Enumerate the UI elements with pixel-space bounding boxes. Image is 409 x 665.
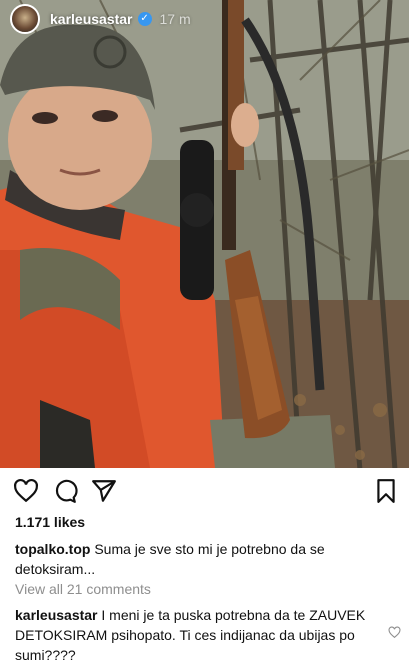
comment-bubble-icon[interactable]	[52, 478, 78, 504]
bookmark-icon[interactable]	[373, 478, 399, 504]
likes-count[interactable]: 1.171 likes	[15, 514, 85, 530]
action-bar	[0, 474, 409, 508]
hunter-with-rifle-illustration	[0, 0, 409, 468]
verified-badge-icon: ✓	[137, 12, 152, 26]
comment-like-heart-icon[interactable]	[388, 626, 401, 639]
post-username[interactable]: karleusastar	[50, 11, 133, 27]
post-time: 17 m	[159, 11, 191, 27]
comment-item: karleusastar I meni je ta puska potrebna…	[15, 605, 377, 665]
caption: topalko.top Suma je sve sto mi je potreb…	[15, 539, 385, 579]
avatar[interactable]	[10, 4, 40, 34]
paper-plane-icon[interactable]	[91, 478, 117, 504]
view-all-comments-link[interactable]: View all 21 comments	[15, 581, 151, 597]
post-header: karleusastar ✓ 17 m	[0, 0, 409, 38]
heart-outline-icon[interactable]	[13, 478, 39, 504]
comment-username[interactable]: karleusastar	[15, 607, 98, 623]
post-photo[interactable]	[0, 0, 409, 468]
caption-username[interactable]: topalko.top	[15, 541, 90, 557]
